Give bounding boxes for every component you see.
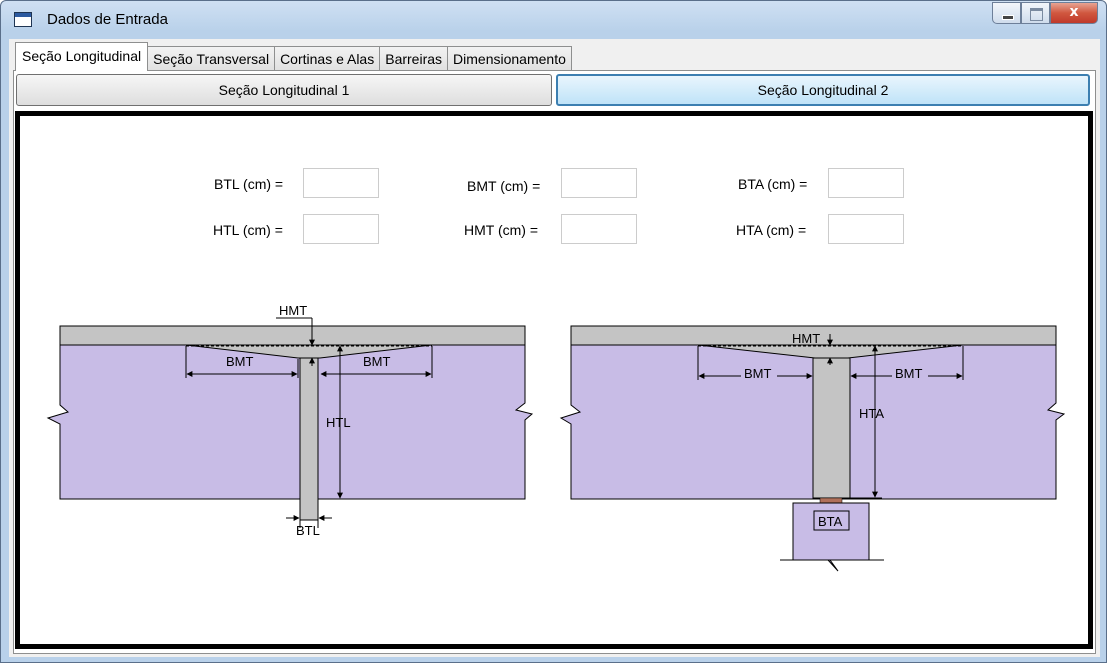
tab-cortinas-e-alas[interactable]: Cortinas e Alas bbox=[274, 46, 381, 71]
title-bar[interactable]: Dados de Entrada x bbox=[1, 1, 1106, 39]
diagram-section-1: HMT BMT BMT HTL BTL bbox=[46, 303, 534, 538]
minimize-button[interactable] bbox=[992, 2, 1021, 24]
secao-longitudinal-2-button[interactable]: Seção Longitudinal 2 bbox=[556, 74, 1090, 106]
tab-secao-longitudinal[interactable]: Seção Longitudinal bbox=[15, 42, 149, 71]
diagram1-htl-label: HTL bbox=[326, 415, 351, 430]
tab-strip: Seção Longitudinal Seção Transversal Cor… bbox=[15, 42, 572, 71]
tab-secao-transversal[interactable]: Seção Transversal bbox=[147, 46, 276, 71]
slab-1 bbox=[59, 325, 526, 346]
window-icon bbox=[14, 12, 32, 27]
diagram2-bta-label: BTA bbox=[818, 514, 843, 529]
diagram1-btl-label: BTL bbox=[296, 523, 320, 538]
diagram-section-2: BTA HMT BMT BMT HTA bbox=[559, 325, 1066, 572]
window: Dados de Entrada x Seção Longitudinal Se… bbox=[0, 0, 1107, 663]
diagram1-bmt-right-label: BMT bbox=[363, 354, 391, 369]
caption-buttons: x bbox=[992, 2, 1098, 24]
drawing-canvas: BTL (cm) = HTL (cm) = BMT (cm) = HMT (cm… bbox=[15, 111, 1093, 649]
close-button[interactable]: x bbox=[1050, 2, 1098, 24]
section-diagrams: HMT BMT BMT HTL BTL BTA HMT BMT BMT HTA bbox=[46, 303, 1066, 572]
diagram2-bmt-right-label: BMT bbox=[895, 366, 923, 381]
diagram2-hta-label: HTA bbox=[859, 406, 884, 421]
maximize-button[interactable] bbox=[1021, 2, 1050, 24]
client-area: Seção Longitudinal Seção Transversal Cor… bbox=[9, 39, 1100, 657]
beam-1 bbox=[299, 357, 319, 521]
beam-2 bbox=[812, 357, 851, 499]
diagram2-hmt-label: HMT bbox=[792, 331, 820, 346]
window-title: Dados de Entrada bbox=[47, 11, 168, 28]
diagram1-hmt-label: HMT bbox=[279, 303, 307, 318]
tab-panel: Seção Longitudinal 1 Seção Longitudinal … bbox=[13, 70, 1096, 654]
secao-longitudinal-1-button[interactable]: Seção Longitudinal 1 bbox=[16, 74, 552, 106]
bearing-pad bbox=[819, 497, 843, 504]
tab-dimensionamento[interactable]: Dimensionamento bbox=[447, 46, 572, 71]
diagram1-bmt-left-label: BMT bbox=[226, 354, 254, 369]
tab-barreiras[interactable]: Barreiras bbox=[379, 46, 449, 71]
soil-block-1 bbox=[46, 344, 534, 500]
diagram2-bmt-left-label: BMT bbox=[744, 366, 772, 381]
